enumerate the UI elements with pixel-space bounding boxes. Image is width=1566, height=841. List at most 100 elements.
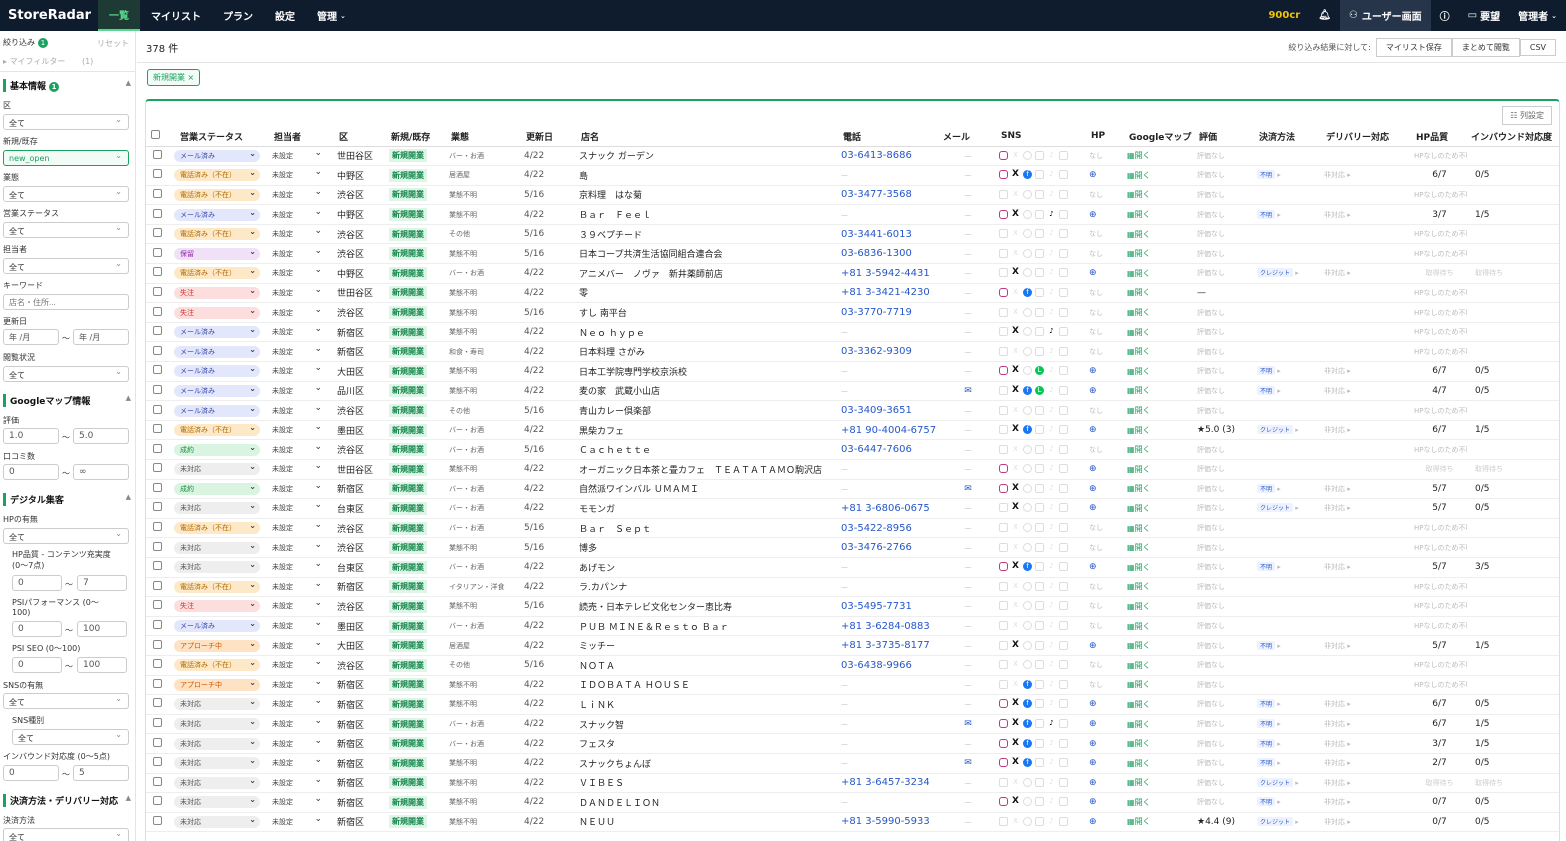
- phone-link[interactable]: 03-5422-8956: [841, 523, 912, 534]
- tiktok-icon[interactable]: ♪: [1047, 562, 1056, 571]
- line-icon[interactable]: [1035, 327, 1044, 337]
- facebook-icon[interactable]: [1023, 483, 1032, 493]
- store-name[interactable]: 博多: [577, 537, 839, 558]
- phone-link[interactable]: 03-3476-2766: [841, 542, 912, 553]
- row-checkbox[interactable]: [153, 639, 162, 649]
- bell-icon[interactable]: 🔔︎: [1309, 0, 1340, 31]
- gmap-open-link[interactable]: 開く: [1135, 328, 1151, 337]
- inbound-min-input[interactable]: 0: [3, 765, 59, 781]
- tiktok-icon[interactable]: ♪: [1047, 170, 1056, 179]
- globe-icon[interactable]: ⊕: [1089, 797, 1097, 807]
- facebook-icon[interactable]: [1023, 523, 1032, 533]
- row-checkbox[interactable]: [153, 561, 162, 571]
- mail-icon[interactable]: ✉: [964, 484, 972, 494]
- table-row[interactable]: 未対応未設定台東区新規開業 バー・お酒 4/22モモンガ+81 3-6806-067…: [146, 498, 1559, 519]
- x-icon[interactable]: X: [1011, 190, 1020, 199]
- table-row[interactable]: 失注未設定渋谷区新規開業業態不明5/16すし 南平台03-3770-7719—X…: [146, 302, 1559, 323]
- status-select[interactable]: 電話済み（不在）: [174, 187, 260, 201]
- line-icon[interactable]: [1035, 777, 1044, 787]
- psi-max-input[interactable]: 100: [77, 621, 127, 637]
- status-select[interactable]: メール済み: [174, 344, 260, 358]
- store-name[interactable]: オーガニック日本茶と畳カフェ ＴＥＡＴＡＴＡＭＯ駒沢店: [577, 459, 839, 480]
- status-select[interactable]: 未対応: [174, 716, 260, 731]
- store-name[interactable]: アニメバー ノヴァ 新井薬師前店: [577, 263, 839, 284]
- instagram-icon[interactable]: [999, 562, 1008, 572]
- youtube-icon[interactable]: [1059, 581, 1068, 591]
- column-header[interactable]: 営業ステータス: [172, 127, 270, 147]
- instagram-icon[interactable]: [999, 385, 1008, 395]
- instagram-icon[interactable]: [999, 758, 1008, 768]
- youtube-icon[interactable]: [1059, 405, 1068, 415]
- date-to-input[interactable]: 年 /月: [73, 329, 129, 345]
- table-row[interactable]: 電話済み（不在） 未設定渋谷区新規開業 その他 5/16ＮＯＴＡ03-6438-996…: [146, 655, 1559, 676]
- globe-icon[interactable]: ⊕: [1089, 699, 1097, 709]
- row-checkbox[interactable]: [153, 698, 162, 708]
- instagram-icon[interactable]: [999, 425, 1008, 435]
- my-filter-toggle[interactable]: ▸ マイフィルター (1): [3, 56, 93, 67]
- gmap-open-link[interactable]: 開く: [1135, 798, 1151, 807]
- row-checkbox[interactable]: [153, 228, 162, 238]
- mail-icon[interactable]: ✉: [964, 386, 972, 396]
- section-digital[interactable]: デジタル集客: [3, 493, 131, 506]
- youtube-icon[interactable]: [1059, 679, 1068, 689]
- instagram-icon[interactable]: [999, 464, 1008, 474]
- facebook-icon[interactable]: [1023, 503, 1032, 513]
- facebook-icon[interactable]: [1023, 189, 1032, 199]
- phone-link[interactable]: +81 3-6284-0883: [841, 621, 930, 632]
- row-checkbox[interactable]: [153, 267, 162, 277]
- instagram-icon[interactable]: [999, 268, 1008, 278]
- phone-link[interactable]: 03-5495-7731: [841, 601, 912, 612]
- column-header[interactable]: 新規/既存: [387, 127, 447, 147]
- gmap-open-link[interactable]: 開く: [1135, 739, 1151, 748]
- bulk-view-button[interactable]: まとめて閲覧: [1451, 38, 1520, 57]
- x-icon[interactable]: X: [1011, 483, 1020, 493]
- admin-menu[interactable]: 管理者 ⌄: [1509, 0, 1566, 31]
- owner-select[interactable]: 未設定: [272, 716, 324, 729]
- facebook-icon[interactable]: f: [1023, 758, 1032, 768]
- youtube-icon[interactable]: [1059, 562, 1068, 572]
- gmap-open-link[interactable]: 開く: [1135, 406, 1151, 415]
- rating-max-input[interactable]: 5.0: [73, 428, 129, 444]
- gmap-open-link[interactable]: 開く: [1135, 426, 1151, 435]
- table-row[interactable]: メール済み未設定墨田区新規開業 バー・お酒 4/22ＰＵＢ ＭＩＮＥ＆Ｒｅｓｔｏ Ｂ…: [146, 616, 1559, 637]
- owner-select[interactable]: 未設定: [272, 520, 324, 533]
- store-name[interactable]: ３９ベプチード: [577, 224, 839, 245]
- youtube-icon[interactable]: [1059, 797, 1068, 807]
- store-name[interactable]: ＰＵＢ ＭＩＮＥ＆Ｒｅｓｔｏ Ｂａｒ: [577, 616, 839, 637]
- column-header[interactable]: デリバリー対応: [1322, 127, 1412, 147]
- phone-link[interactable]: 03-6836-1300: [841, 248, 912, 259]
- row-checkbox[interactable]: [153, 345, 162, 355]
- gmap-open-link[interactable]: 開く: [1135, 288, 1151, 297]
- instagram-icon[interactable]: [999, 483, 1008, 493]
- store-name[interactable]: 日本コープ共済生活協同組合連合会: [577, 243, 839, 265]
- owner-select[interactable]: 全て: [3, 258, 129, 274]
- x-icon[interactable]: X: [1011, 229, 1020, 238]
- line-icon[interactable]: [1035, 150, 1044, 160]
- tiktok-icon[interactable]: ♪: [1047, 484, 1056, 493]
- status-select[interactable]: 電話済み（不在）: [174, 657, 260, 672]
- youtube-icon[interactable]: [1059, 719, 1068, 729]
- tiktok-icon[interactable]: ♪: [1047, 249, 1056, 258]
- youtube-icon[interactable]: [1059, 287, 1068, 297]
- x-icon[interactable]: X: [1011, 738, 1020, 748]
- youtube-icon[interactable]: [1059, 542, 1068, 552]
- tiktok-icon[interactable]: ♪: [1047, 719, 1056, 728]
- youtube-icon[interactable]: [1059, 640, 1068, 650]
- store-name[interactable]: Ｎｅｏ ｈｙｐｅ: [577, 322, 839, 343]
- globe-icon[interactable]: ⊕: [1089, 641, 1097, 651]
- status-select[interactable]: 電話済み（不在）: [174, 520, 260, 535]
- store-name[interactable]: ＤＡＮＤＥＬＩＯＮ: [577, 792, 839, 813]
- tiktok-icon[interactable]: ♪: [1047, 601, 1056, 610]
- line-icon[interactable]: [1035, 679, 1044, 689]
- x-icon[interactable]: X: [1011, 640, 1020, 650]
- owner-select[interactable]: 未設定: [272, 461, 324, 474]
- owner-select[interactable]: 未設定: [272, 226, 324, 239]
- column-header[interactable]: 評価: [1195, 127, 1255, 147]
- store-name[interactable]: ＶＩＢＥＳ: [577, 773, 839, 794]
- tiktok-icon[interactable]: ♪: [1047, 151, 1056, 160]
- owner-select[interactable]: 未設定: [272, 677, 324, 690]
- line-icon[interactable]: [1035, 816, 1044, 826]
- store-name[interactable]: フェスタ: [577, 733, 839, 754]
- facebook-icon[interactable]: [1023, 346, 1032, 356]
- phone-link[interactable]: +81 3-5942-4431: [841, 268, 930, 279]
